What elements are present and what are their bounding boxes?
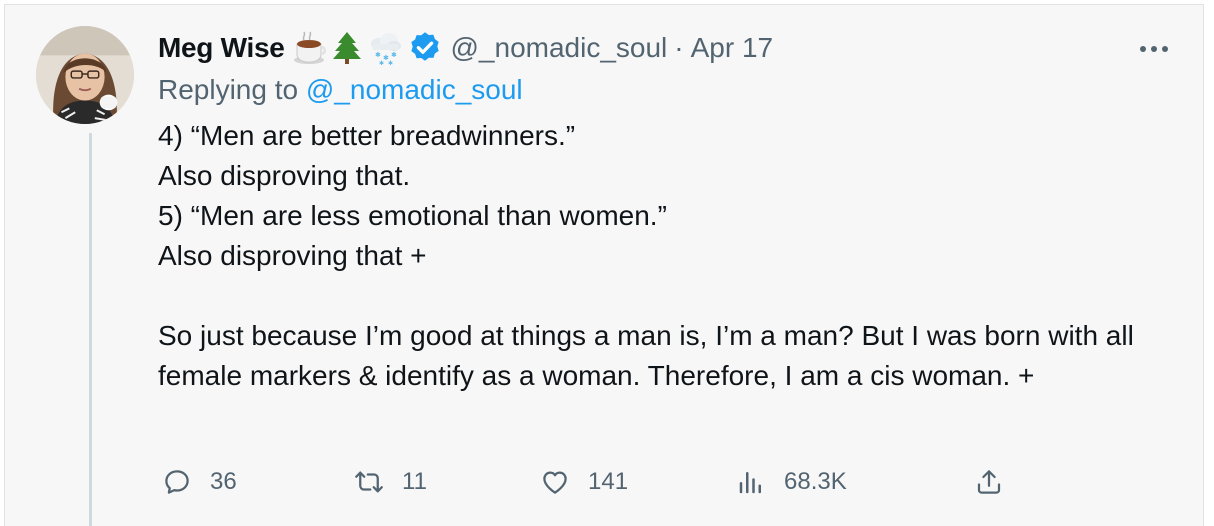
coffee-emoji-icon <box>291 30 327 66</box>
reply-icon <box>162 467 192 497</box>
tweet-text-line: Also disproving that + <box>158 240 427 271</box>
tweet-text-line: Also disproving that. <box>158 160 411 191</box>
name-emojis: ✱ ✱ ✱ ✱ ✱ <box>291 30 403 66</box>
replying-to: Replying to @_nomadic_soul <box>158 74 523 106</box>
tweet-text-line: 4) “Men are better breadwinners.” <box>158 120 576 151</box>
tweet-date[interactable]: Apr 17 <box>691 32 774 64</box>
share-icon <box>974 467 1004 497</box>
views-chart-icon <box>736 467 766 497</box>
retweet-count: 11 <box>402 468 427 495</box>
svg-text:✱: ✱ <box>375 51 381 59</box>
like-button[interactable]: 141 <box>540 460 628 504</box>
heart-icon <box>540 467 570 497</box>
more-dot <box>1162 46 1168 52</box>
reply-button[interactable]: 36 <box>162 460 237 504</box>
more-dot <box>1151 46 1157 52</box>
reply-count: 36 <box>210 468 237 495</box>
tweet-text: 4) “Men are better breadwinners.” Also d… <box>158 116 1158 396</box>
more-dot <box>1140 46 1146 52</box>
retweet-icon <box>354 467 384 497</box>
retweet-button[interactable]: 11 <box>354 460 427 504</box>
svg-text:✱: ✱ <box>379 60 384 66</box>
svg-text:✱: ✱ <box>388 60 393 66</box>
like-count: 141 <box>588 468 629 495</box>
evergreen-tree-icon <box>329 30 365 66</box>
author-name[interactable]: Meg Wise <box>158 32 285 64</box>
views-count: 68.3K <box>784 468 847 495</box>
snow-cloud-icon: ✱ ✱ ✱ ✱ ✱ <box>367 30 403 66</box>
tweet-text-paragraph: So just because I’m good at things a man… <box>158 320 1142 391</box>
thread-line <box>89 133 92 526</box>
tweet-actions: 36 11 141 68.3K <box>158 460 1018 504</box>
replying-to-prefix: Replying to <box>158 74 299 105</box>
share-button[interactable] <box>974 460 1004 504</box>
author-handle[interactable]: @_nomadic_soul <box>451 32 668 64</box>
tweet-header: Meg Wise ✱ ✱ ✱ ✱ ✱ @_nomadic_soul · Apr … <box>158 26 773 70</box>
svg-text:✱: ✱ <box>391 51 397 59</box>
header-separator: · <box>674 32 684 63</box>
tweet-text-line: 5) “Men are less emotional than women.” <box>158 200 667 231</box>
more-options-icon[interactable] <box>1134 34 1174 64</box>
reply-mention-link[interactable]: @_nomadic_soul <box>306 74 523 105</box>
verified-badge-icon[interactable] <box>407 30 443 66</box>
views-button[interactable]: 68.3K <box>736 460 847 504</box>
avatar[interactable] <box>36 26 134 124</box>
